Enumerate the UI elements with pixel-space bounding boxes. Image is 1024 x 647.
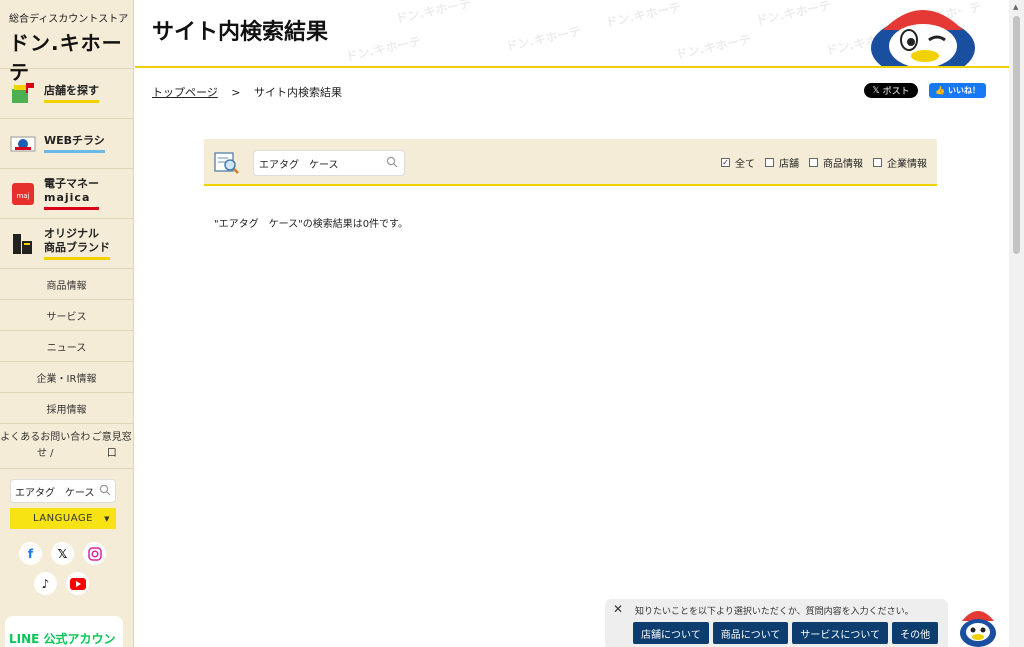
search-input-value: エアタグ ケース [259, 159, 339, 171]
sidebar-item-web-flyer[interactable]: WEBチラシ [0, 118, 133, 168]
sidebar-item-label-line2: 商品ブランド [44, 241, 110, 254]
filter-label: 店舗 [779, 159, 799, 170]
x-logo-icon: 𝕏 [872, 85, 880, 96]
social-links: f 𝕏 [19, 542, 133, 565]
contact-label-line1: よくあるお問い合わせ / [0, 432, 91, 459]
checkbox-empty-icon [765, 158, 774, 167]
search-filters: ✓ 全て 店舗 商品情報 企業情報 [721, 155, 927, 170]
search-input[interactable]: エアタグ ケース [253, 150, 405, 176]
scrollbar[interactable]: ▲ [1009, 0, 1024, 647]
language-selector[interactable]: LANGUAGE ▼ [10, 508, 116, 529]
sidebar-item-corporate-ir[interactable]: 企業・IR情報 [0, 361, 133, 392]
sidebar-item-label: 店舗を探す [44, 84, 99, 103]
sidebar-search-value: エアタグ ケース [15, 487, 95, 499]
sidebar: 総合ディスカウントストア ドン.キホーテ 店舗を探す WEBチラシ maj 電子… [0, 0, 134, 647]
header-watermark: ドン.キホーテ [504, 24, 583, 54]
document-search-icon [213, 150, 241, 180]
sidebar-item-label: 電子マネー majica [44, 177, 99, 210]
chat-prompt: 知りたいことを以下より選択いただくか、質問内容を入力ください。 [635, 607, 914, 617]
filter-corporate-checkbox[interactable]: 企業情報 [873, 155, 927, 170]
facebook-like-button[interactable]: 👍 いいね！ [929, 83, 986, 98]
search-icon[interactable] [386, 156, 404, 171]
checkbox-checked-icon: ✓ [721, 158, 730, 167]
sidebar-item-news[interactable]: ニュース [0, 330, 133, 361]
sidebar-item-label: WEBチラシ [44, 134, 105, 153]
chevron-down-icon: ▼ [104, 514, 110, 523]
search-panel: エアタグ ケース ✓ 全て 店舗 商品情報 企業情報 [204, 139, 937, 186]
breadcrumb-separator: > [231, 86, 241, 99]
chat-mascot-icon[interactable] [956, 605, 1000, 647]
breadcrumb: トップページ > サイト内検索結果 [152, 84, 342, 100]
language-label: LANGUAGE [33, 513, 93, 524]
chat-widget: ✕ 知りたいことを以下より選択いただくか、質問内容を入力ください。 店舗について… [605, 599, 948, 647]
scrollbar-thumb[interactable] [1013, 16, 1020, 254]
filter-label: 企業情報 [887, 159, 927, 170]
sidebar-item-services[interactable]: サービス [0, 299, 133, 330]
thumbs-up-icon: 👍 [935, 86, 945, 95]
x-twitter-icon[interactable]: 𝕏 [51, 542, 74, 565]
sidebar-search-input[interactable]: エアタグ ケース [10, 479, 116, 503]
line-official-account-banner[interactable]: LINE 公式アカウント [5, 616, 123, 647]
sidebar-item-original-brand[interactable]: オリジナル 商品ブランド [0, 218, 133, 268]
svg-text:maj: maj [16, 192, 29, 200]
filter-products-checkbox[interactable]: 商品情報 [809, 155, 863, 170]
store-icon [10, 81, 36, 107]
sidebar-item-contact[interactable]: よくあるお問い合わせ / ご意見窓口 [0, 423, 133, 469]
page-title: サイト内検索結果 [152, 20, 329, 45]
flyer-icon [10, 131, 36, 157]
social-links-row2: ♪ [34, 572, 133, 595]
instagram-icon[interactable] [83, 542, 106, 565]
majica-card-icon: maj [10, 181, 36, 207]
filter-label: 全て [735, 159, 755, 170]
brand-icon [10, 231, 36, 257]
close-icon[interactable]: ✕ [613, 602, 623, 616]
contact-label-line2: ご意見窓口 [91, 432, 132, 459]
logo[interactable]: 総合ディスカウントストア ドン.キホーテ [0, 0, 133, 84]
header-watermark: ドン.キホーテ [754, 0, 833, 28]
filter-label: 商品情報 [823, 159, 863, 170]
header-watermark: ドン.キホーテ [344, 34, 423, 64]
facebook-icon[interactable]: f [19, 542, 42, 565]
breadcrumb-home-link[interactable]: トップページ [152, 86, 218, 99]
breadcrumb-current: サイト内検索結果 [254, 86, 342, 99]
sidebar-item-recruit[interactable]: 採用情報 [0, 392, 133, 423]
page-header: ドン.キホーテ ドン.キホーテ ドン.キホーテ ドン.キホーテ ドン.キホーテ … [135, 0, 1009, 68]
header-watermark: ドン.キホーテ [394, 0, 473, 26]
chat-option-products[interactable]: 商品について [712, 622, 789, 644]
mascot-donpen-icon [863, 0, 983, 66]
filter-all-checkbox[interactable]: ✓ 全て [721, 155, 755, 170]
search-result-message: "エアタグ ケース"の検索結果は0件です。 [214, 219, 409, 230]
sidebar-item-label-line2: majica [44, 191, 91, 204]
filter-stores-checkbox[interactable]: 店舗 [765, 155, 799, 170]
header-watermark: ドン.キホーテ [604, 0, 683, 30]
sidebar-item-products[interactable]: 商品情報 [0, 268, 133, 299]
chat-option-stores[interactable]: 店舗について [633, 622, 709, 644]
sidebar-item-majica[interactable]: maj 電子マネー majica [0, 168, 133, 218]
search-icon[interactable] [99, 484, 111, 499]
chat-option-other[interactable]: その他 [892, 622, 939, 644]
checkbox-empty-icon [873, 158, 882, 167]
x-post-label: ポスト [882, 87, 910, 97]
logo-subtitle: 総合ディスカウントストア [9, 14, 129, 25]
sidebar-item-label-line1: オリジナル [44, 227, 99, 241]
youtube-icon[interactable] [66, 572, 89, 595]
header-watermark: ドン.キホーテ [674, 32, 753, 62]
sidebar-item-label-line1: 電子マネー [44, 177, 99, 191]
chat-option-services[interactable]: サービスについて [792, 622, 889, 644]
tiktok-icon[interactable]: ♪ [34, 572, 57, 595]
x-post-button[interactable]: 𝕏 ポスト [864, 83, 918, 98]
scroll-up-arrow-icon[interactable]: ▲ [1013, 3, 1018, 11]
checkbox-empty-icon [809, 158, 818, 167]
facebook-like-label: いいね！ [947, 86, 980, 95]
sidebar-item-label: オリジナル 商品ブランド [44, 227, 110, 260]
chat-options: 店舗について 商品について サービスについて その他 [633, 622, 939, 644]
